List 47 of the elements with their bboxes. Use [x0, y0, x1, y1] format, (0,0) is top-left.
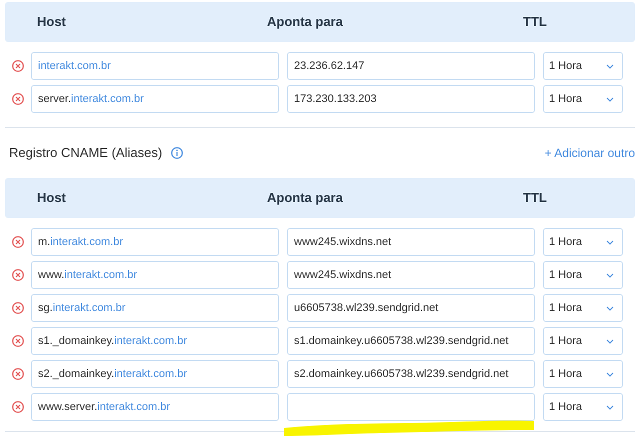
host-field[interactable]: server.interakt.com.br: [31, 85, 279, 113]
ttl-dropdown[interactable]: 1 Hora: [543, 393, 623, 421]
ttl-dropdown[interactable]: 1 Hora: [543, 327, 623, 355]
target-field[interactable]: www245.wixdns.net: [287, 228, 535, 256]
host-field[interactable]: s2._domainkey.interakt.com.br: [31, 360, 279, 388]
column-header: Host: [36, 189, 67, 208]
ttl-dropdown[interactable]: 1 Hora: [543, 85, 623, 113]
remove-icon[interactable]: [12, 236, 24, 248]
chevron-down-icon: [606, 306, 614, 310]
ttl-dropdown[interactable]: 1 Hora: [543, 228, 623, 256]
column-header: Host: [36, 13, 67, 32]
ttl-dropdown[interactable]: 1 Hora: [543, 294, 623, 322]
ttl-dropdown[interactable]: 1 Hora: [543, 261, 623, 289]
chevron-down-icon: [606, 64, 614, 68]
chevron-down-icon: [606, 338, 614, 344]
target-field[interactable]: 23.236.62.147: [287, 52, 535, 80]
ttl-dropdown[interactable]: 1 Hora: [543, 52, 623, 80]
target-field[interactable]: [287, 393, 535, 421]
remove-icon[interactable]: [12, 368, 24, 380]
host-field[interactable]: www.server.interakt.com.br: [31, 393, 279, 421]
remove-icon[interactable]: [12, 60, 24, 72]
chevron-down-icon: [606, 96, 614, 102]
chevron-down-icon: [606, 272, 614, 278]
remove-icon[interactable]: [12, 93, 24, 105]
target-field[interactable]: u6605738.wl239.sendgrid.net: [287, 294, 535, 322]
remove-icon[interactable]: [12, 302, 24, 314]
remove-icon[interactable]: [12, 335, 24, 347]
chevron-down-icon: [606, 404, 614, 410]
target-field[interactable]: www245.wixdns.net: [287, 261, 535, 289]
chevron-down-icon: [606, 372, 614, 376]
column-header: TTL: [522, 13, 548, 32]
chevron-down-icon: [606, 240, 614, 244]
host-field[interactable]: sg.interakt.com.br: [31, 294, 279, 322]
target-field[interactable]: 173.230.133.203: [287, 85, 535, 113]
section-title: Registro CNAME (Aliases): [9, 144, 162, 162]
column-header: Aponta para: [266, 189, 344, 208]
host-field[interactable]: www.interakt.com.br: [31, 261, 279, 289]
column-header: Aponta para: [266, 13, 344, 32]
target-field[interactable]: s1.domainkey.u6605738.wl239.sendgrid.net: [287, 327, 535, 355]
target-field[interactable]: s2.domainkey.u6605738.wl239.sendgrid.net: [287, 360, 535, 388]
ttl-dropdown[interactable]: 1 Hora: [543, 360, 623, 388]
host-field[interactable]: s1._domainkey.interakt.com.br: [31, 327, 279, 355]
remove-icon[interactable]: [12, 401, 24, 413]
info-icon[interactable]: [171, 147, 184, 159]
host-field[interactable]: m.interakt.com.br: [31, 228, 279, 256]
column-header: TTL: [522, 189, 548, 208]
remove-icon[interactable]: [12, 269, 24, 281]
